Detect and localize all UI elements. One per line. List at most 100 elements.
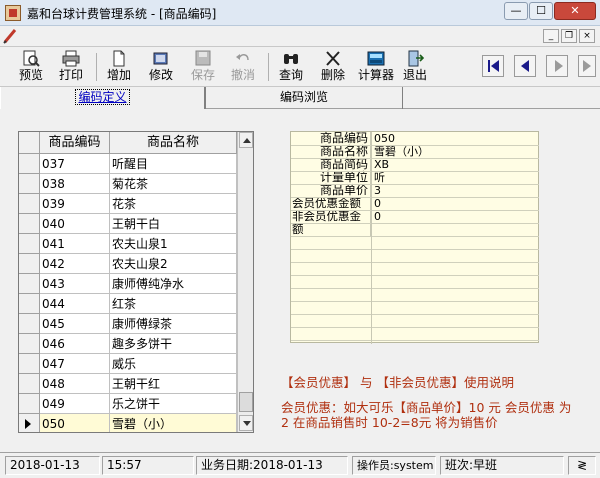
column-header-name[interactable]: 商品名称 xyxy=(110,132,237,154)
table-row[interactable]: 045 康师傅绿茶 xyxy=(19,314,237,334)
cell-name[interactable]: 乐之饼干 xyxy=(110,394,237,414)
form-gridline xyxy=(291,158,539,159)
query-button[interactable]: 查询 xyxy=(274,49,308,85)
row-indicator[interactable] xyxy=(19,274,40,294)
cell-code[interactable]: 046 xyxy=(40,334,110,354)
table-row[interactable]: 040 王朝干白 xyxy=(19,214,237,234)
table-row[interactable]: 048 王朝干红 xyxy=(19,374,237,394)
cell-name[interactable]: 趣多多饼干 xyxy=(110,334,237,354)
cell-code[interactable]: 038 xyxy=(40,174,110,194)
table-row[interactable]: 049 乐之饼干 xyxy=(19,394,237,414)
undo-button[interactable]: 撤消 xyxy=(226,49,260,85)
cell-name[interactable]: 王朝干白 xyxy=(110,214,237,234)
mdi-close-button[interactable]: × xyxy=(579,29,595,43)
row-indicator[interactable] xyxy=(19,414,40,432)
cell-code[interactable]: 045 xyxy=(40,314,110,334)
cell-code[interactable]: 048 xyxy=(40,374,110,394)
cell-name[interactable]: 听醒目 xyxy=(110,154,237,174)
minimize-button[interactable]: — xyxy=(504,2,528,20)
print-button[interactable]: 打印 xyxy=(54,49,88,85)
row-indicator[interactable] xyxy=(19,294,40,314)
cell-name[interactable]: 康师傅纯净水 xyxy=(110,274,237,294)
cell-name[interactable]: 威乐 xyxy=(110,354,237,374)
save-button[interactable]: 保存 xyxy=(186,49,220,85)
row-indicator[interactable] xyxy=(19,154,40,174)
table-row[interactable]: 050 雪碧（小） xyxy=(19,414,237,432)
calculator-button[interactable]: 计算器 xyxy=(356,49,396,85)
cell-code[interactable]: 047 xyxy=(40,354,110,374)
add-button[interactable]: 增加 xyxy=(102,49,136,85)
cell-code[interactable]: 043 xyxy=(40,274,110,294)
cell-name[interactable]: 王朝干红 xyxy=(110,374,237,394)
tab-code-browse[interactable]: 编码浏览 xyxy=(205,87,403,109)
cell-code[interactable]: 049 xyxy=(40,394,110,414)
row-indicator[interactable] xyxy=(19,314,40,334)
cell-code[interactable]: 040 xyxy=(40,214,110,234)
status-business-date: 业务日期:2018-01-13 xyxy=(196,456,348,475)
cell-code[interactable]: 050 xyxy=(40,414,110,432)
field-value[interactable]: 0 xyxy=(371,197,539,210)
cell-name[interactable]: 农夫山泉1 xyxy=(110,234,237,254)
next-record-button[interactable] xyxy=(546,55,568,77)
previous-record-button[interactable] xyxy=(514,55,536,77)
exit-button[interactable]: 退出 xyxy=(398,49,432,85)
last-record-button[interactable] xyxy=(578,55,596,77)
table-row[interactable]: 043 康师傅纯净水 xyxy=(19,274,237,294)
row-indicator[interactable] xyxy=(19,374,40,394)
field-value[interactable]: 050 xyxy=(371,132,539,145)
scroll-thumb[interactable] xyxy=(239,392,253,412)
maximize-button[interactable]: ☐ xyxy=(529,2,553,20)
cell-code[interactable]: 041 xyxy=(40,234,110,254)
cell-code[interactable]: 037 xyxy=(40,154,110,174)
row-indicator[interactable] xyxy=(19,194,40,214)
row-indicator[interactable] xyxy=(19,214,40,234)
row-indicator[interactable] xyxy=(19,254,40,274)
form-gridline xyxy=(291,223,539,224)
row-indicator[interactable] xyxy=(19,354,40,374)
edit-button[interactable]: 修改 xyxy=(144,49,178,85)
mdi-restore-button[interactable]: ❐ xyxy=(561,29,577,43)
cell-name[interactable]: 菊花茶 xyxy=(110,174,237,194)
undo-label: 撤消 xyxy=(230,68,255,82)
toolbar-separator xyxy=(96,53,97,81)
field-value[interactable]: XB xyxy=(371,158,539,171)
cell-code[interactable]: 042 xyxy=(40,254,110,274)
preview-button[interactable]: 预览 xyxy=(14,49,48,85)
close-button[interactable]: ✕ xyxy=(554,2,596,20)
table-row[interactable]: 047 威乐 xyxy=(19,354,237,374)
field-value[interactable]: 听 xyxy=(371,171,539,184)
vertical-scrollbar[interactable] xyxy=(237,132,253,432)
table-row[interactable]: 037 听醒目 xyxy=(19,154,237,174)
table-row[interactable]: 042 农夫山泉2 xyxy=(19,254,237,274)
row-indicator[interactable] xyxy=(19,394,40,414)
cell-name[interactable]: 红茶 xyxy=(110,294,237,314)
row-indicator[interactable] xyxy=(19,234,40,254)
column-header-code[interactable]: 商品编码 xyxy=(40,132,110,154)
table-row[interactable]: 038 菊花茶 xyxy=(19,174,237,194)
field-value[interactable]: 3 xyxy=(371,184,539,197)
scroll-up-button[interactable] xyxy=(239,132,253,148)
table-row[interactable]: 044 红茶 xyxy=(19,294,237,314)
row-indicator[interactable] xyxy=(19,334,40,354)
edit-book-icon xyxy=(153,52,168,65)
cell-code[interactable]: 044 xyxy=(40,294,110,314)
row-indicator[interactable] xyxy=(19,174,40,194)
cell-name[interactable]: 农夫山泉2 xyxy=(110,254,237,274)
form-gridline xyxy=(291,171,539,172)
table-row[interactable]: 041 农夫山泉1 xyxy=(19,234,237,254)
product-grid[interactable]: 商品编码 商品名称 037 听醒目 038 菊花茶 039 花茶 040 王朝干白 041 农夫山… xyxy=(18,131,254,433)
tab-code-definition[interactable]: 编码定义 xyxy=(0,87,205,109)
cell-code[interactable]: 039 xyxy=(40,194,110,214)
table-row[interactable]: 046 趣多多饼干 xyxy=(19,334,237,354)
cell-name[interactable]: 花茶 xyxy=(110,194,237,214)
scroll-down-button[interactable] xyxy=(239,415,253,431)
first-record-button[interactable] xyxy=(482,55,504,77)
cell-name[interactable]: 康师傅绿茶 xyxy=(110,314,237,334)
mdi-minimize-button[interactable]: _ xyxy=(543,29,559,43)
field-value[interactable]: 0 xyxy=(371,210,539,223)
field-value[interactable]: 雪碧（小） xyxy=(371,145,539,158)
delete-button[interactable]: 删除 xyxy=(316,49,350,85)
table-row[interactable]: 039 花茶 xyxy=(19,194,237,214)
cell-name[interactable]: 雪碧（小） xyxy=(110,414,237,432)
form-gridline xyxy=(291,275,539,276)
